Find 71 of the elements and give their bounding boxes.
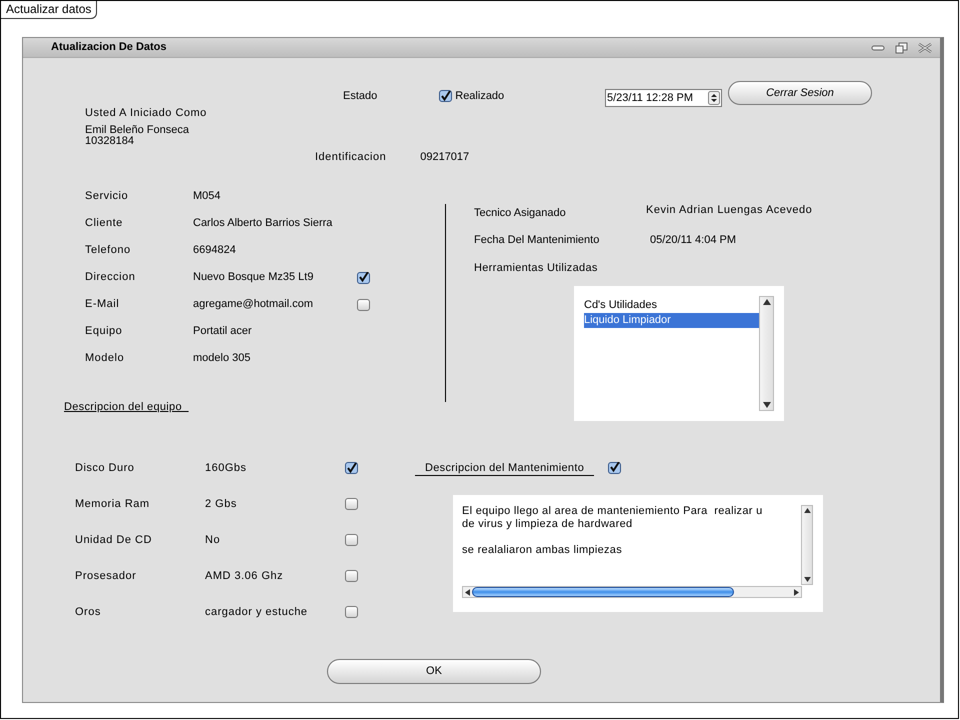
field-label: Tecnico Asiganado: [474, 206, 567, 221]
tab[interactable]: Actualizar datos: [1, 1, 98, 19]
checkbox[interactable]: [345, 534, 358, 546]
ok-button[interactable]: OK: [327, 658, 541, 684]
description-text: de virus y limpieza de hardwared: [462, 518, 634, 531]
user-name: Emil Beleño Fonseca: [85, 124, 190, 136]
field-label: Telefono: [85, 243, 132, 258]
field-label: E-Mail: [85, 297, 120, 312]
checkbox[interactable]: [357, 298, 370, 310]
field-value: 160Gbs: [205, 460, 248, 476]
field-value: modelo 305: [193, 351, 252, 366]
minimize-icon[interactable]: [871, 44, 885, 52]
field-label: Memoria Ram: [75, 496, 151, 512]
identification-label: Identificacion: [315, 150, 386, 164]
right-arrow-icon[interactable]: [794, 588, 799, 596]
close-icon[interactable]: [918, 42, 932, 52]
description-text: El equipo llego al area de manteniemiento Para realizar u: [462, 505, 764, 518]
down-arrow-icon[interactable]: [762, 402, 770, 408]
field-value: Portatil acer: [193, 324, 253, 340]
datetime-field[interactable]: 5/23/11 12:28 PM: [605, 89, 722, 107]
field-label: Modelo: [85, 351, 126, 366]
field-value: No: [205, 532, 222, 548]
list-item[interactable]: Cd's Utilidades: [584, 298, 759, 312]
logout-button[interactable]: Cerrar Sesion: [728, 81, 872, 105]
checkbox[interactable]: [439, 90, 452, 102]
field-label: Oros: [75, 604, 102, 620]
section-heading: Descripcion del Mantenimiento: [415, 462, 594, 476]
checkbox[interactable]: [345, 498, 358, 510]
up-arrow-icon[interactable]: [762, 298, 770, 304]
field-value: 6694824: [193, 243, 237, 258]
checkbox[interactable]: [345, 570, 358, 582]
status-label: Estado: [343, 89, 378, 104]
field-label: Equipo: [85, 324, 124, 340]
user-id: 10328184: [85, 136, 135, 146]
list-item[interactable]: Liquido Limpiador: [584, 312, 759, 328]
left-arrow-icon[interactable]: [465, 588, 470, 596]
checkbox[interactable]: [608, 462, 622, 474]
field-label: Direccion: [85, 270, 136, 286]
field-value: Kevin Adrian Luengas Acevedo: [646, 203, 812, 218]
section-heading: Descripcion del equipo: [64, 400, 183, 415]
identification-value: 09217017: [420, 150, 470, 164]
field-value: cargador y estuche: [205, 604, 309, 620]
field-value: AMD 3.06 Ghz: [205, 568, 284, 584]
status-option: Realizado: [455, 88, 504, 104]
description-text: se realaliaron ambas limpiezas: [462, 544, 624, 557]
checkbox[interactable]: [345, 462, 358, 474]
session-caption: Usted A Iniciado Como: [85, 106, 208, 121]
scroll-thumb[interactable]: [472, 587, 734, 597]
field-label: Unidad De CD: [75, 532, 153, 548]
down-arrow-icon[interactable]: [804, 577, 810, 582]
field-value: agregame@hotmail.com: [193, 297, 314, 312]
horizontal-scrollbar[interactable]: [462, 586, 802, 598]
spinner-icon[interactable]: [708, 91, 720, 105]
field-label: Servicio: [85, 189, 130, 204]
field-label: Cliente: [85, 216, 124, 232]
field-label: Prosesador: [75, 568, 138, 584]
field-value: M054: [193, 189, 222, 204]
field-value: Carlos Alberto Barrios Sierra: [193, 216, 334, 232]
scrollbar[interactable]: [759, 296, 774, 410]
field-value: 2 Gbs: [205, 496, 238, 512]
restore-icon[interactable]: [895, 42, 908, 54]
field-label: Herramientas Utilizadas: [474, 261, 599, 276]
checkbox[interactable]: [357, 272, 370, 284]
window-title: Atualizacion De Datos: [51, 40, 167, 56]
field-label: Fecha Del Mantenimiento: [474, 232, 600, 248]
field-value: Nuevo Bosque Mz35 Lt9: [193, 270, 314, 286]
up-arrow-icon[interactable]: [804, 508, 810, 513]
checkbox[interactable]: [345, 606, 358, 618]
scrollbar[interactable]: [801, 505, 813, 585]
field-label: Disco Duro: [75, 460, 136, 476]
field-value: 05/20/11 4:04 PM: [650, 232, 736, 248]
